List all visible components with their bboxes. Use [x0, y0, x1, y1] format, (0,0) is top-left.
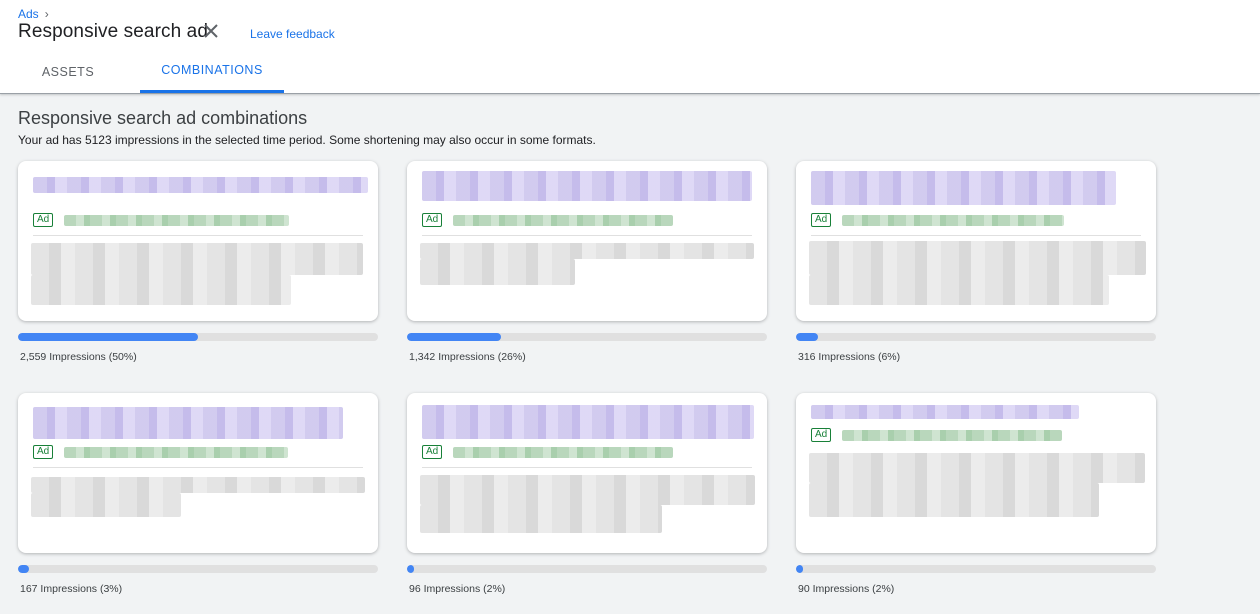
impressions-label: 2,559 Impressions (50%): [20, 351, 137, 363]
impressions-bar: [18, 333, 378, 341]
blurred-description: [420, 505, 662, 533]
blurred-display-url: [64, 447, 288, 458]
blurred-headline: [33, 407, 343, 439]
blurred-display-url: [64, 215, 289, 226]
blurred-description: [809, 241, 1146, 275]
ad-badge: Ad: [422, 213, 443, 227]
blurred-description: [809, 453, 1145, 483]
impressions-label: 167 Impressions (3%): [20, 583, 123, 595]
ad-combination-card[interactable]: Ad: [18, 161, 378, 321]
blurred-description: [31, 243, 363, 275]
blurred-headline: [811, 405, 1079, 419]
divider: [33, 235, 363, 236]
section-title: Responsive search ad combinations: [18, 108, 308, 128]
blurred-description: [809, 275, 1109, 305]
ad-combination-card[interactable]: Ad: [407, 393, 767, 553]
blurred-description: [31, 275, 291, 305]
impressions-bar: [407, 565, 767, 573]
blurred-headline: [811, 171, 1116, 205]
impressions-bar-fill: [407, 565, 415, 573]
ad-badge: Ad: [811, 428, 832, 442]
impressions-label: 1,342 Impressions (26%): [409, 351, 526, 363]
breadcrumb-ads-link[interactable]: Ads: [18, 7, 39, 21]
impressions-bar: [407, 333, 767, 341]
impressions-label: 96 Impressions (2%): [409, 583, 506, 595]
blurred-description: [31, 477, 365, 493]
impressions-bar-fill: [407, 333, 501, 341]
section-subtitle: Your ad has 5123 impressions in the sele…: [18, 133, 596, 147]
close-icon[interactable]: [201, 21, 221, 41]
ad-combination-card[interactable]: Ad: [796, 161, 1156, 321]
blurred-display-url: [453, 447, 673, 458]
impressions-bar-fill: [796, 565, 804, 573]
chevron-right-icon: ›: [44, 7, 49, 21]
leave-feedback-link[interactable]: Leave feedback: [250, 27, 335, 41]
page-title: Responsive search ad: [18, 21, 208, 42]
blurred-description: [420, 243, 754, 259]
blurred-description: [420, 259, 575, 285]
divider: [422, 467, 752, 468]
ad-badge: Ad: [422, 445, 443, 459]
impressions-bar: [796, 333, 1156, 341]
tab-combinations[interactable]: COMBINATIONS: [140, 50, 284, 93]
blurred-description: [809, 483, 1099, 517]
impressions-label: 90 Impressions (2%): [798, 583, 895, 595]
blurred-display-url: [842, 430, 1062, 441]
impressions-bar: [796, 565, 1156, 573]
ad-badge: Ad: [811, 213, 832, 227]
breadcrumb: Ads ›: [18, 7, 49, 21]
blurred-description: [31, 493, 181, 517]
blurred-display-url: [842, 215, 1064, 226]
impressions-bar-fill: [796, 333, 818, 341]
impressions-label: 316 Impressions (6%): [798, 351, 901, 363]
ad-badge: Ad: [33, 445, 54, 459]
impressions-bar-fill: [18, 333, 198, 341]
blurred-headline: [422, 171, 752, 201]
impressions-bar-fill: [18, 565, 29, 573]
ad-badge: Ad: [33, 213, 54, 227]
ad-combination-card[interactable]: Ad: [796, 393, 1156, 553]
blurred-headline: [422, 405, 754, 439]
ad-combination-card[interactable]: Ad: [407, 161, 767, 321]
tab-assets[interactable]: ASSETS: [23, 50, 113, 93]
impressions-bar: [18, 565, 378, 573]
blurred-description: [420, 475, 755, 505]
blurred-display-url: [453, 215, 673, 226]
divider: [33, 467, 363, 468]
page-header: Ads › Responsive search ad Leave feedbac…: [0, 0, 1260, 94]
divider: [811, 235, 1141, 236]
blurred-headline: [33, 177, 368, 193]
ad-combination-card[interactable]: Ad: [18, 393, 378, 553]
divider: [422, 235, 752, 236]
